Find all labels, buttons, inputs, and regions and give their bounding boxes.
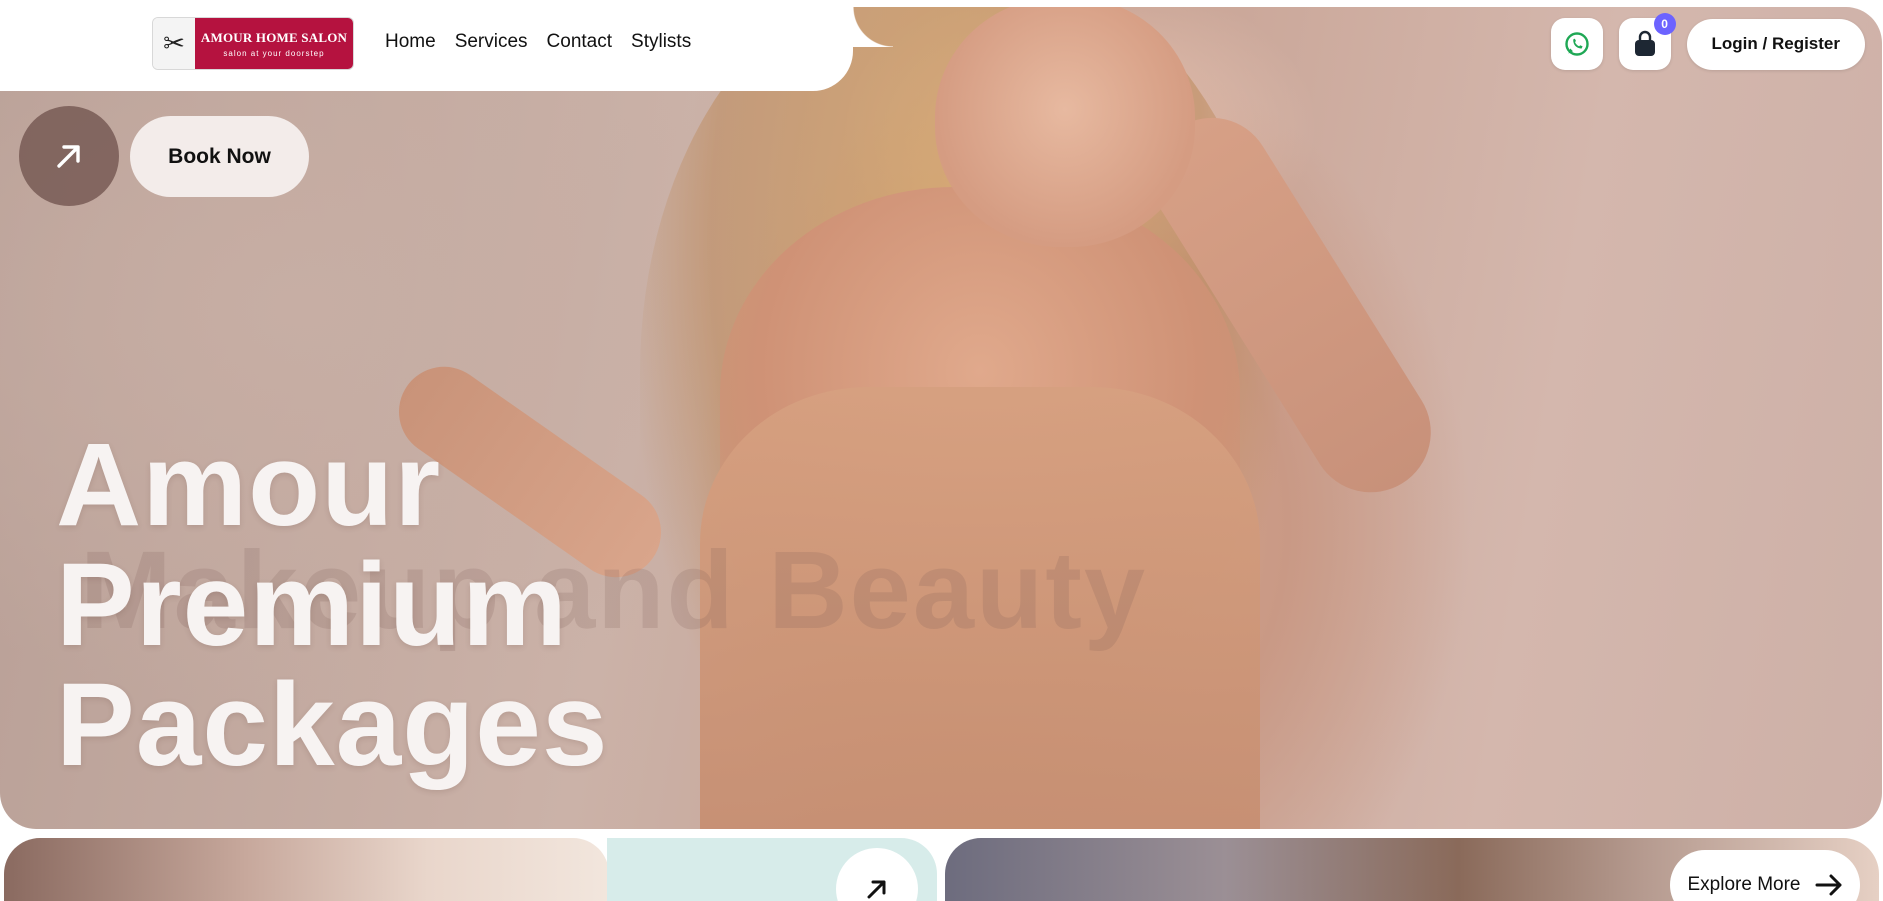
arrow-up-right-icon <box>57 145 80 168</box>
hero-title-line-1: Amour <box>56 419 442 551</box>
explore-more-label: Explore More <box>1687 874 1801 895</box>
explore-more-button[interactable]: Explore More <box>1670 850 1860 901</box>
whatsapp-icon <box>1564 32 1589 56</box>
brand-logo[interactable]: ✂ AMOUR HOME SALON salon at your doorste… <box>153 18 353 69</box>
hero-image-face <box>935 7 1195 247</box>
nav-link-home[interactable]: Home <box>385 31 436 53</box>
login-register-button[interactable]: Login / Register <box>1686 18 1865 70</box>
shopping-bag-icon <box>1634 30 1655 56</box>
hero-title-line-3: Packages <box>56 659 609 791</box>
service-card-massage[interactable] <box>4 838 609 901</box>
arrow-right-icon <box>1815 874 1841 896</box>
hero-title-line-2: Premium <box>56 539 568 671</box>
whatsapp-button[interactable] <box>1550 18 1603 70</box>
scissors-icon: ✂ <box>153 18 195 69</box>
cart-count-badge: 0 <box>1653 13 1676 35</box>
hero-arrow-button[interactable] <box>19 106 119 206</box>
top-nav: ✂ AMOUR HOME SALON salon at your doorste… <box>0 0 853 91</box>
nav-link-contact[interactable]: Contact <box>547 31 612 53</box>
nav-link-stylists[interactable]: Stylists <box>631 31 691 53</box>
book-now-button[interactable]: Book Now <box>130 116 309 197</box>
main-menu: Home Services Contact Stylists <box>385 31 691 53</box>
nav-actions: 0 Login / Register <box>1550 13 1865 70</box>
arrow-up-right-icon <box>867 880 886 899</box>
brand-tagline: salon at your doorstep <box>223 48 325 58</box>
cart-button[interactable]: 0 <box>1618 13 1676 70</box>
hero-title: Amour Premium Packages <box>56 425 609 785</box>
brand-name: AMOUR HOME SALON <box>200 29 348 45</box>
nav-link-services[interactable]: Services <box>455 31 528 53</box>
